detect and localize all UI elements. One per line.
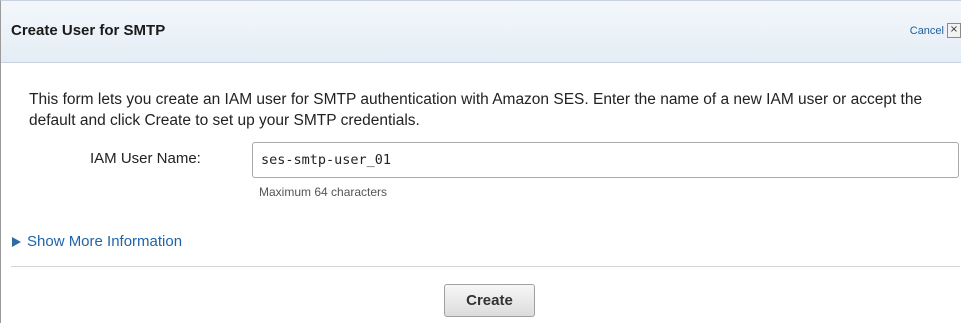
create-button[interactable]: Create [444,284,535,317]
create-smtp-user-dialog: Create User for SMTP Cancel × This form … [0,0,961,323]
dialog-title: Create User for SMTP [11,22,166,39]
footer-divider [11,266,960,267]
show-more-information-toggle[interactable]: Show More Information [12,233,182,250]
intro-text: This form lets you create an IAM user fo… [29,91,923,129]
cancel-link[interactable]: Cancel [910,25,944,37]
iam-user-name-label: IAM User Name: [90,150,201,167]
close-icon[interactable]: × [947,23,961,38]
triangle-right-icon [12,236,21,247]
show-more-information-label: Show More Information [27,233,183,250]
max-length-hint: Maximum 64 characters [259,185,388,199]
iam-user-name-input[interactable] [252,142,959,178]
dialog-header: Create User for SMTP Cancel × [1,1,961,63]
cancel-controls: Cancel × [910,23,961,38]
